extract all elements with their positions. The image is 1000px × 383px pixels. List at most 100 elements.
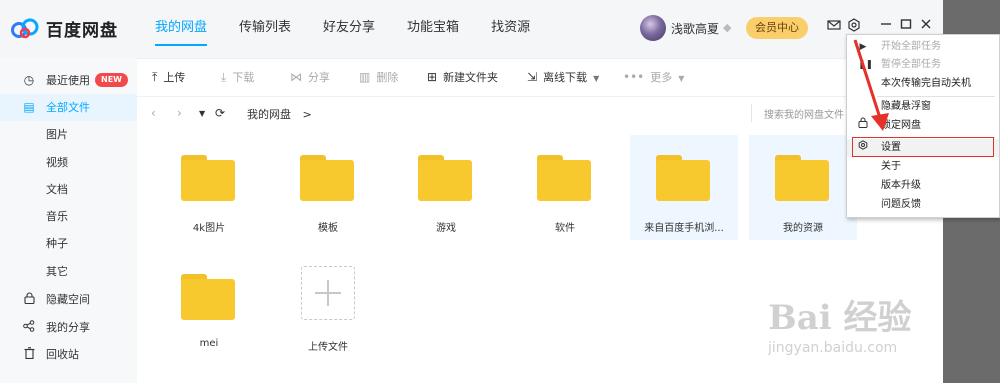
cloud-logo-icon — [11, 18, 39, 39]
app-name: 百度网盘 — [46, 20, 118, 41]
file-name: 游戏 — [436, 223, 456, 234]
diamond-icon: ◆ — [723, 21, 732, 34]
sidebar-item-all-files[interactable]: ▤ 全部文件 — [0, 94, 137, 121]
forward-arrow-icon[interactable]: › — [177, 106, 182, 120]
menu-item-label: 开始全部任务 — [881, 41, 941, 52]
sidebar-item-label: 音乐 — [46, 210, 68, 223]
app-logo: 百度网盘 — [10, 14, 118, 42]
back-arrow-icon[interactable]: ‹ — [151, 106, 156, 120]
chevron-down-icon: ▼ — [593, 74, 600, 83]
refresh-icon[interactable]: ⟳ — [215, 106, 225, 120]
file-name: 软件 — [555, 223, 575, 234]
file-item-folder[interactable]: 游戏 — [392, 135, 500, 240]
sidebar-item-my-shares[interactable]: 我的分享 — [0, 314, 137, 341]
sidebar-item-torrents[interactable]: 种子 — [0, 230, 137, 257]
file-item-folder[interactable]: 模板 — [274, 135, 382, 240]
main-nav: 我的网盘 传输列表 好友分享 功能宝箱 找资源 — [155, 0, 562, 58]
path-bar: ‹ › ▼ ⟳ 我的网盘 > 搜索我的网盘文件 — [137, 96, 943, 130]
file-name: 4k图片 — [192, 223, 226, 234]
tab-find-resources[interactable]: 找资源 — [491, 0, 530, 58]
history-dropdown-icon[interactable]: ▼ — [199, 109, 205, 118]
menu-item-hide-float[interactable]: 隐藏悬浮窗 — [847, 98, 999, 116]
sidebar-item-videos[interactable]: 视频 — [0, 149, 137, 176]
sidebar-item-recent[interactable]: ◷ 最近使用 NEW — [0, 67, 137, 94]
delete-button[interactable]: ▥ 删除 — [359, 58, 398, 96]
share-label: 分享 — [308, 71, 330, 84]
trash-icon: ▥ — [359, 70, 371, 84]
menu-item-label: 锁定网盘 — [881, 120, 921, 131]
sidebar-item-label: 隐藏空间 — [46, 293, 90, 306]
file-toolbar: ⤒ 上传 ⤓ 下载 ⋈ 分享 ▥ 删除 ⊞ 新建文件夹 ⇲ 离线下载 ▼ ••• 更多 ▼ — [137, 58, 943, 97]
avatar[interactable] — [640, 15, 666, 41]
new-badge: NEW — [95, 73, 128, 87]
menu-item-pause-all[interactable]: ❚❚ 暂停全部任务 — [847, 56, 999, 74]
sidebar-item-label: 回收站 — [46, 348, 79, 361]
menu-item-upgrade[interactable]: 版本升级 — [847, 177, 999, 195]
username[interactable]: 浅歌高夏 — [671, 20, 719, 37]
folder-icon — [656, 155, 710, 201]
share-button[interactable]: ⋈ 分享 — [290, 58, 330, 96]
upload-file-tile[interactable]: 上传文件 — [274, 254, 382, 359]
menu-item-label: 关于 — [881, 161, 901, 172]
tab-transfer-list[interactable]: 传输列表 — [239, 0, 291, 58]
menu-item-lock-netdisk[interactable]: 锁定网盘 — [847, 117, 999, 135]
share-icon: ⋈ — [290, 70, 302, 84]
close-icon[interactable] — [918, 18, 934, 34]
menu-item-start-all[interactable]: ▶ 开始全部任务 — [847, 38, 999, 56]
tab-toolbox[interactable]: 功能宝箱 — [407, 0, 459, 58]
file-item-folder[interactable]: 软件 — [511, 135, 619, 240]
download-icon: ⤓ — [221, 70, 227, 84]
sidebar-item-label: 我的分享 — [46, 321, 90, 334]
sidebar-item-label: 文档 — [46, 183, 68, 196]
mail-icon[interactable] — [826, 18, 842, 34]
file-name: 来自百度手机浏... — [644, 223, 724, 234]
pause-icon: ❚❚ — [858, 60, 874, 70]
breadcrumb-separator: > — [302, 108, 312, 121]
gear-icon[interactable] — [846, 18, 862, 34]
offline-download-button[interactable]: ⇲ 离线下载 ▼ — [527, 58, 599, 96]
vip-center-button[interactable]: 会员中心 — [746, 17, 808, 39]
settings-dropdown-menu: ▶ 开始全部任务 ❚❚ 暂停全部任务 本次传输完自动关机 隐藏悬浮窗 锁定网盘 … — [846, 34, 1000, 218]
sidebar-item-recycle-bin[interactable]: 回收站 — [0, 341, 137, 368]
menu-item-feedback[interactable]: 问题反馈 — [847, 196, 999, 214]
menu-item-auto-shutdown[interactable]: 本次传输完自动关机 — [847, 75, 999, 93]
upload-button[interactable]: ⤒ 上传 — [152, 58, 185, 96]
menu-item-label: 暂停全部任务 — [881, 59, 941, 70]
maximize-icon[interactable] — [898, 18, 914, 34]
file-item-folder[interactable]: 4k图片 — [155, 135, 263, 240]
search-input[interactable]: 搜索我的网盘文件 — [764, 106, 844, 121]
download-label: 下载 — [232, 71, 255, 84]
offline-download-icon: ⇲ — [527, 70, 538, 84]
document-icon: ▤ — [23, 100, 35, 114]
sidebar-item-documents[interactable]: 文档 — [0, 176, 137, 203]
menu-item-label: 问题反馈 — [881, 199, 921, 210]
more-label: 更多 — [650, 71, 673, 84]
new-folder-button[interactable]: ⊞ 新建文件夹 — [427, 58, 498, 96]
divider — [751, 104, 752, 122]
upload-label: 上传 — [163, 71, 186, 84]
folder-plus-icon: ⊞ — [427, 70, 438, 84]
tab-friend-share[interactable]: 好友分享 — [323, 0, 375, 58]
file-item-folder[interactable]: 来自百度手机浏... — [630, 135, 738, 240]
breadcrumb-item[interactable]: 我的网盘 — [247, 108, 291, 121]
more-button[interactable]: ••• 更多 ▼ — [623, 58, 684, 96]
sidebar-item-other[interactable]: 其它 — [0, 258, 137, 285]
sidebar-item-images[interactable]: 图片 — [0, 121, 137, 148]
file-item-folder[interactable]: 我的资源 — [749, 135, 857, 240]
watermark-url: jingyan.baidu.com — [768, 340, 898, 356]
menu-item-label: 本次传输完自动关机 — [881, 78, 971, 89]
folder-icon — [537, 155, 591, 201]
menu-divider — [877, 96, 995, 97]
sidebar-item-hidden-space[interactable]: 隐藏空间 — [0, 286, 137, 313]
file-item-folder[interactable]: mei — [155, 254, 263, 359]
sidebar: ◷ 最近使用 NEW ▤ 全部文件 图片 视频 文档 音乐 种子 其它 隐藏空间… — [0, 58, 137, 383]
sidebar-item-label: 视频 — [46, 156, 68, 169]
breadcrumb[interactable]: 我的网盘 > — [247, 106, 312, 122]
tab-my-netdisk[interactable]: 我的网盘 — [155, 0, 208, 58]
download-button[interactable]: ⤓ 下载 — [221, 58, 254, 96]
sidebar-item-music[interactable]: 音乐 — [0, 203, 137, 230]
minimize-icon[interactable] — [878, 18, 894, 34]
menu-item-about[interactable]: 关于 — [847, 158, 999, 176]
user-profile[interactable]: 浅歌高夏 ◆ — [640, 15, 735, 41]
play-icon: ▶ — [859, 42, 867, 52]
